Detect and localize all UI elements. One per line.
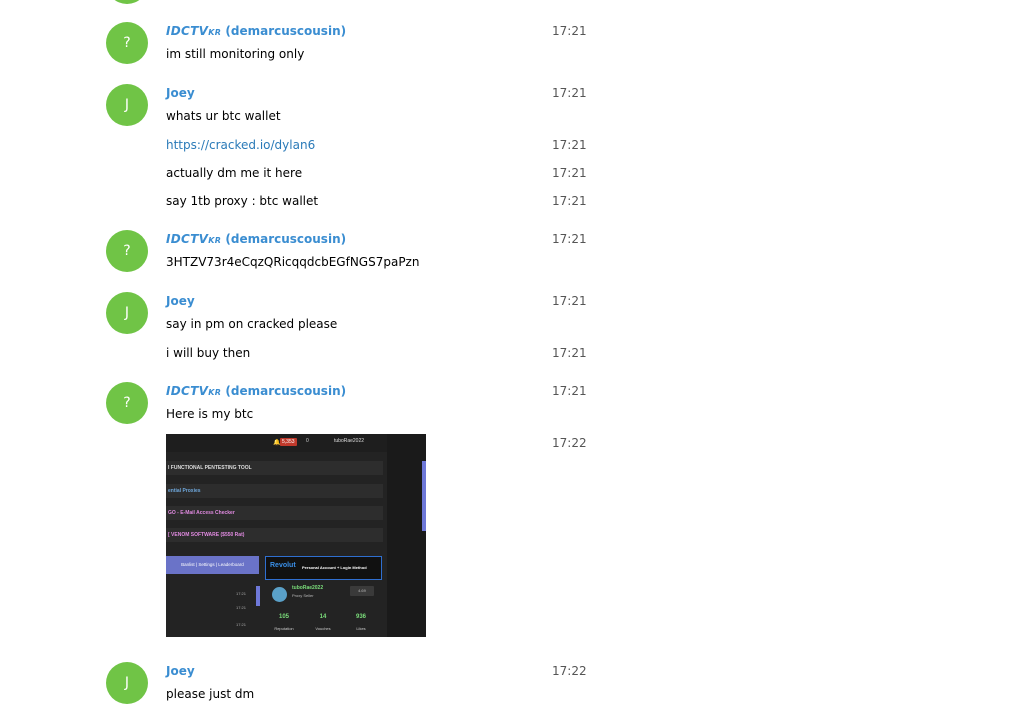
message-text: 3HTZV73r4eCqzQRicqqdcbEGfNGS7paPzn xyxy=(166,255,420,269)
notification-badge: 5,353 xyxy=(280,438,297,446)
profile-name: tuboRae2022 xyxy=(292,585,324,591)
message-time: 17:21 xyxy=(552,194,587,208)
profile-badge: 4.69 xyxy=(350,586,374,596)
post-time: 17:21 xyxy=(236,591,247,596)
profile-role: Proxy Seller xyxy=(292,593,314,598)
message-link[interactable]: https://cracked.io/dylan6 xyxy=(166,138,315,152)
inbox-count: 0 xyxy=(306,438,309,444)
message-text: actually dm me it here xyxy=(166,166,303,180)
avatar[interactable]: ? xyxy=(106,22,148,64)
message-time: 17:21 xyxy=(552,86,587,100)
post-time: 17:21 xyxy=(236,605,247,610)
stat-vouches-label: Vouches xyxy=(315,626,331,631)
message-text: whats ur btc wallet xyxy=(166,109,281,123)
stat-reputation-value: 105 xyxy=(278,614,289,620)
revolut-logo: Revolut xyxy=(270,562,296,569)
message-time: 17:21 xyxy=(552,24,587,38)
message-time: 17:21 xyxy=(552,294,587,308)
message-time: 17:21 xyxy=(552,166,587,180)
image-attachment[interactable]: 🔔 5,353 0 tuboRae2022 I FUNCTIONAL PENTE… xyxy=(166,434,426,637)
chat-history: ? IDCTVKR (demarcuscousin) 17:21 im stil… xyxy=(0,0,1014,712)
forum-username: tuboRae2022 xyxy=(334,438,365,444)
scroll-indicator xyxy=(422,461,426,531)
author-name[interactable]: Joey xyxy=(166,664,195,678)
revolut-banner: Revolut Personal Account + Login Method xyxy=(265,556,382,580)
author-name[interactable]: IDCTVKR (demarcuscousin) xyxy=(166,232,346,246)
profile-avatar xyxy=(272,587,287,602)
forum-side-panel xyxy=(387,434,426,637)
message-time: 17:21 xyxy=(552,346,587,360)
message-time: 17:22 xyxy=(552,436,587,450)
stat-likes-value: 936 xyxy=(355,614,366,620)
message-text: im still monitoring only xyxy=(166,47,305,61)
message-time: 17:21 xyxy=(552,232,587,246)
avatar[interactable]: ? xyxy=(106,382,148,424)
message-text: i will buy then xyxy=(166,346,251,360)
avatar[interactable]: J xyxy=(106,292,148,334)
forum-row: [ VENOM SOFTWARE ($550 Rat) xyxy=(166,528,383,542)
stat-reputation-label: Reputation xyxy=(274,626,294,631)
author-name[interactable]: IDCTVKR (demarcuscousin) xyxy=(166,24,346,38)
message-time: 17:22 xyxy=(552,664,587,678)
avatar[interactable]: J xyxy=(106,662,148,704)
stat-vouches-value: 14 xyxy=(319,614,327,620)
message-time: 17:21 xyxy=(552,384,587,398)
post-time: 17:21 xyxy=(236,622,247,627)
avatar[interactable] xyxy=(106,0,148,4)
forum-row: GO - E-Mail Access Checker xyxy=(166,506,383,520)
author-name[interactable]: Joey xyxy=(166,86,195,100)
forum-nav-button: Banlist | Settings | Leaderboard xyxy=(166,556,259,574)
forum-row: I FUNCTIONAL PENTESTING TOOL xyxy=(166,461,383,475)
author-name[interactable]: Joey xyxy=(166,294,195,308)
author-name[interactable]: IDCTVKR (demarcuscousin) xyxy=(166,384,346,398)
avatar[interactable]: ? xyxy=(106,230,148,272)
message-text: Here is my btc xyxy=(166,407,254,421)
forum-row: ential Proxies xyxy=(166,484,383,498)
message-text: say in pm on cracked please xyxy=(166,317,338,331)
avatar[interactable]: J xyxy=(106,84,148,126)
message-text: say 1tb proxy : btc wallet xyxy=(166,194,319,208)
revolut-description: Personal Account + Login Method xyxy=(302,565,367,570)
message-text: please just dm xyxy=(166,687,255,701)
profile-accent-bar xyxy=(256,586,260,606)
stat-likes-label: Likes xyxy=(356,626,366,631)
message-time: 17:21 xyxy=(552,138,587,152)
